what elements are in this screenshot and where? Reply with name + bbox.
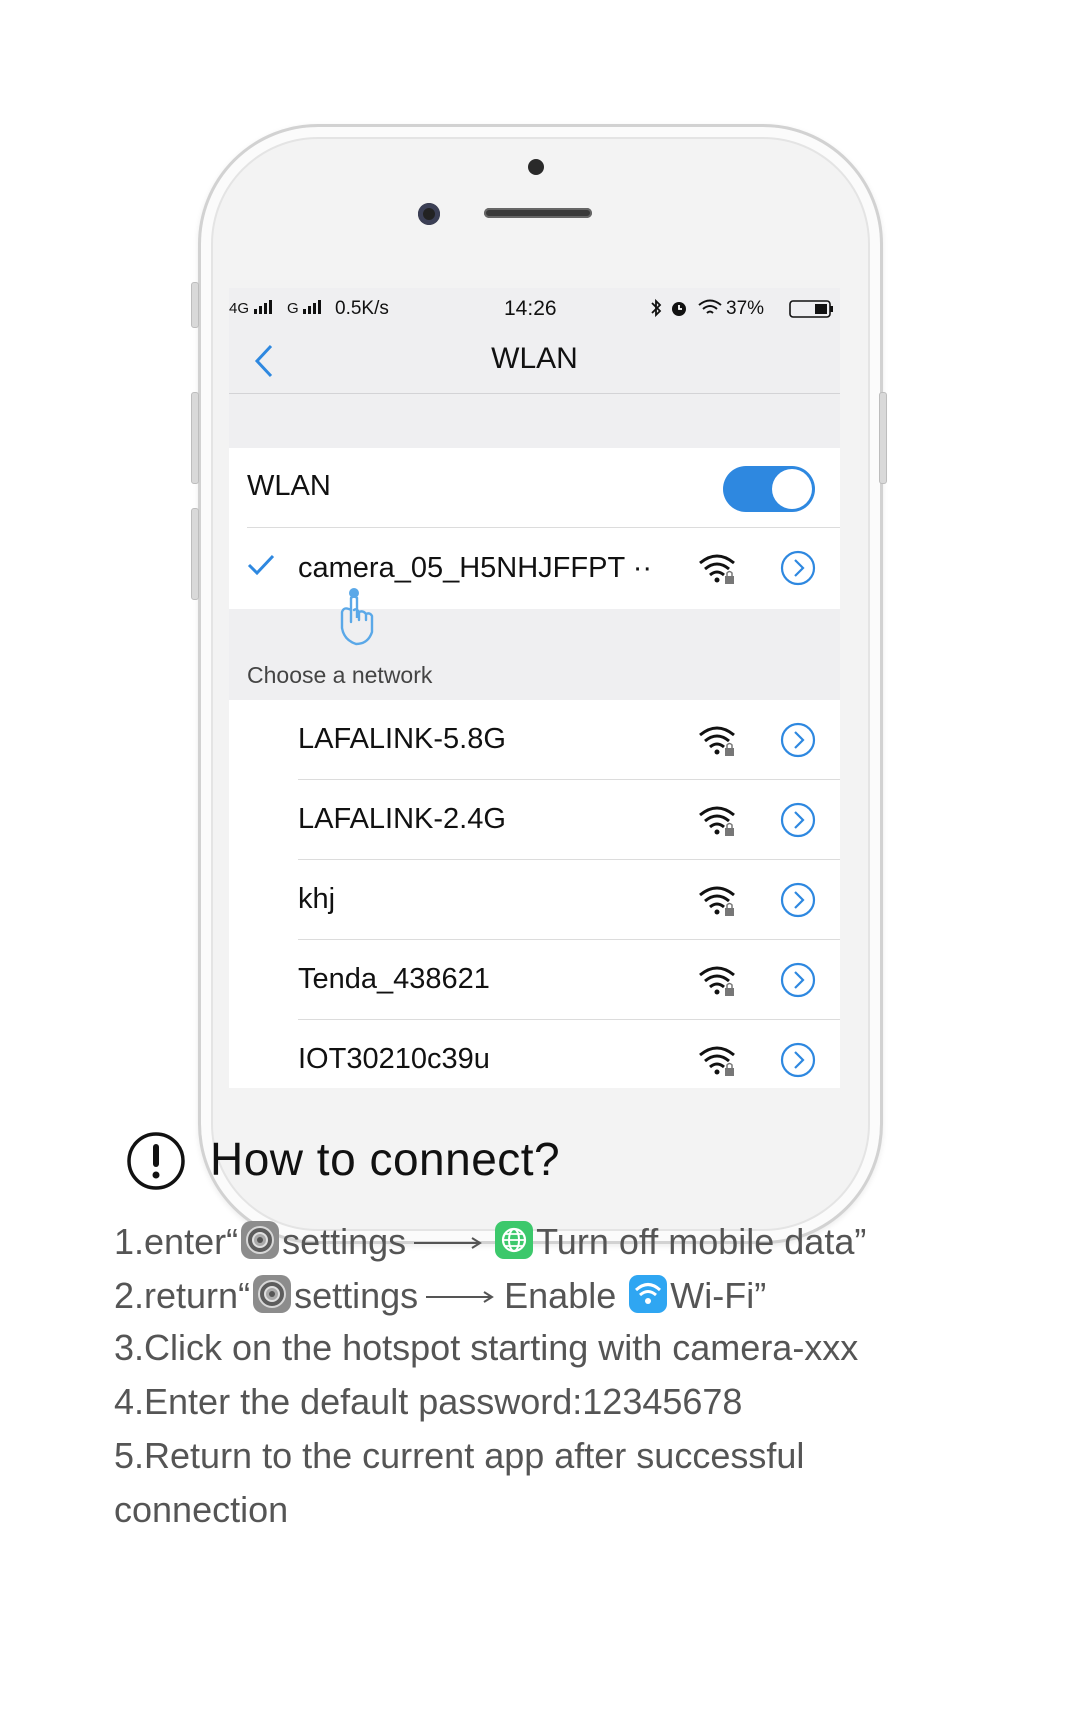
phone-volume-down bbox=[191, 508, 199, 600]
wlan-toggle-switch[interactable] bbox=[723, 466, 815, 512]
network-name: LAFALINK-2.4G bbox=[298, 803, 506, 835]
network-row[interactable]: LAFALINK-2.4G bbox=[229, 780, 840, 860]
earpiece-speaker bbox=[484, 208, 592, 218]
step-1: 1.enter“ settings Turn off mobile data” bbox=[114, 1220, 866, 1260]
phone-volume-up bbox=[191, 392, 199, 484]
nav-bar: WLAN bbox=[229, 328, 840, 394]
phone-mute-switch bbox=[191, 282, 199, 328]
pointer-hand-icon bbox=[340, 588, 374, 646]
status-wifi-icon bbox=[698, 299, 722, 314]
phone-screen: 4G G 0.5K/s 14:26 37% WLAN WLAN camera_0… bbox=[229, 288, 840, 1088]
wifi-lock-icon bbox=[699, 966, 735, 996]
proximity-sensor bbox=[528, 159, 544, 175]
step-5: 5.Return to the current app after succes… bbox=[114, 1435, 805, 1476]
signal-bars-icon-2 bbox=[303, 300, 321, 314]
step1-action: Turn off mobile data” bbox=[536, 1221, 867, 1262]
step2-settings: settings bbox=[294, 1275, 419, 1316]
howto-title: How to connect? bbox=[210, 1133, 561, 1185]
wifi-lock-icon bbox=[699, 806, 735, 836]
step-2: 2.return“ settings Enable Wi-Fi” bbox=[114, 1274, 766, 1314]
wifi-lock-icon bbox=[699, 886, 735, 916]
check-icon bbox=[247, 554, 275, 576]
status-bar: 4G G 0.5K/s 14:26 37% bbox=[229, 288, 840, 328]
network-row[interactable]: khj bbox=[229, 860, 840, 940]
network-name: Tenda_438621 bbox=[298, 963, 490, 995]
info-circle-icon[interactable] bbox=[779, 881, 817, 919]
alarm-icon bbox=[672, 302, 686, 316]
network-speed: 0.5K/s bbox=[335, 298, 389, 319]
step-3: 3.Click on the hotspot starting with cam… bbox=[114, 1327, 859, 1368]
wifi-app-icon bbox=[629, 1275, 668, 1313]
signal-bars-icon bbox=[254, 300, 272, 314]
alert-circle-icon bbox=[127, 1132, 185, 1190]
info-circle-icon[interactable] bbox=[779, 1041, 817, 1079]
settings-gear-icon bbox=[241, 1221, 280, 1259]
phone-power-button bbox=[879, 392, 887, 484]
step1-prefix: 1.enter“ bbox=[114, 1221, 239, 1262]
settings-gear-icon bbox=[253, 1275, 292, 1313]
step-4: 4.Enter the default password:12345678 bbox=[114, 1381, 743, 1422]
arrow-right-icon bbox=[414, 1237, 483, 1249]
connected-network-row[interactable]: camera_05_H5NHJFFPT ·· bbox=[229, 528, 840, 609]
page-title: WLAN bbox=[491, 342, 578, 375]
network-type-2: G bbox=[287, 300, 299, 317]
connected-network-name: camera_05_H5NHJFFPT ·· bbox=[298, 552, 653, 584]
wifi-lock-icon bbox=[699, 726, 735, 756]
wifi-lock-icon bbox=[699, 1046, 735, 1076]
front-camera bbox=[418, 203, 440, 225]
battery-icon bbox=[789, 300, 833, 318]
info-circle-icon[interactable] bbox=[779, 549, 817, 587]
toggle-knob bbox=[772, 469, 812, 509]
network-row[interactable]: Tenda_438621 bbox=[229, 940, 840, 1020]
info-circle-icon[interactable] bbox=[779, 721, 817, 759]
choose-network-label: Choose a network bbox=[247, 662, 433, 688]
step2-enable: Enable bbox=[504, 1275, 617, 1316]
network-row[interactable]: IOT30210c39u bbox=[229, 1020, 840, 1088]
info-circle-icon[interactable] bbox=[779, 801, 817, 839]
network-list: LAFALINK-5.8G LAFALINK-2.4G khj Tenda_43… bbox=[229, 700, 840, 1088]
step1-settings: settings bbox=[282, 1221, 407, 1262]
step2-wifi: Wi-Fi” bbox=[670, 1275, 767, 1316]
network-name: khj bbox=[298, 883, 336, 915]
network-type-1: 4G bbox=[229, 300, 250, 317]
bluetooth-icon bbox=[651, 298, 662, 318]
network-name: IOT30210c39u bbox=[298, 1043, 490, 1075]
globe-app-icon bbox=[495, 1221, 534, 1259]
arrow-right-icon bbox=[426, 1291, 495, 1303]
wlan-label: WLAN bbox=[247, 470, 331, 502]
step2-prefix: 2.return“ bbox=[114, 1275, 251, 1316]
wifi-lock-icon bbox=[699, 554, 735, 584]
step-5-continued: connection bbox=[114, 1489, 289, 1530]
network-row[interactable]: LAFALINK-5.8G bbox=[229, 700, 840, 780]
network-name: LAFALINK-5.8G bbox=[298, 723, 506, 755]
battery-percent: 37% bbox=[726, 298, 765, 319]
info-circle-icon[interactable] bbox=[779, 961, 817, 999]
status-time: 14:26 bbox=[504, 297, 557, 320]
